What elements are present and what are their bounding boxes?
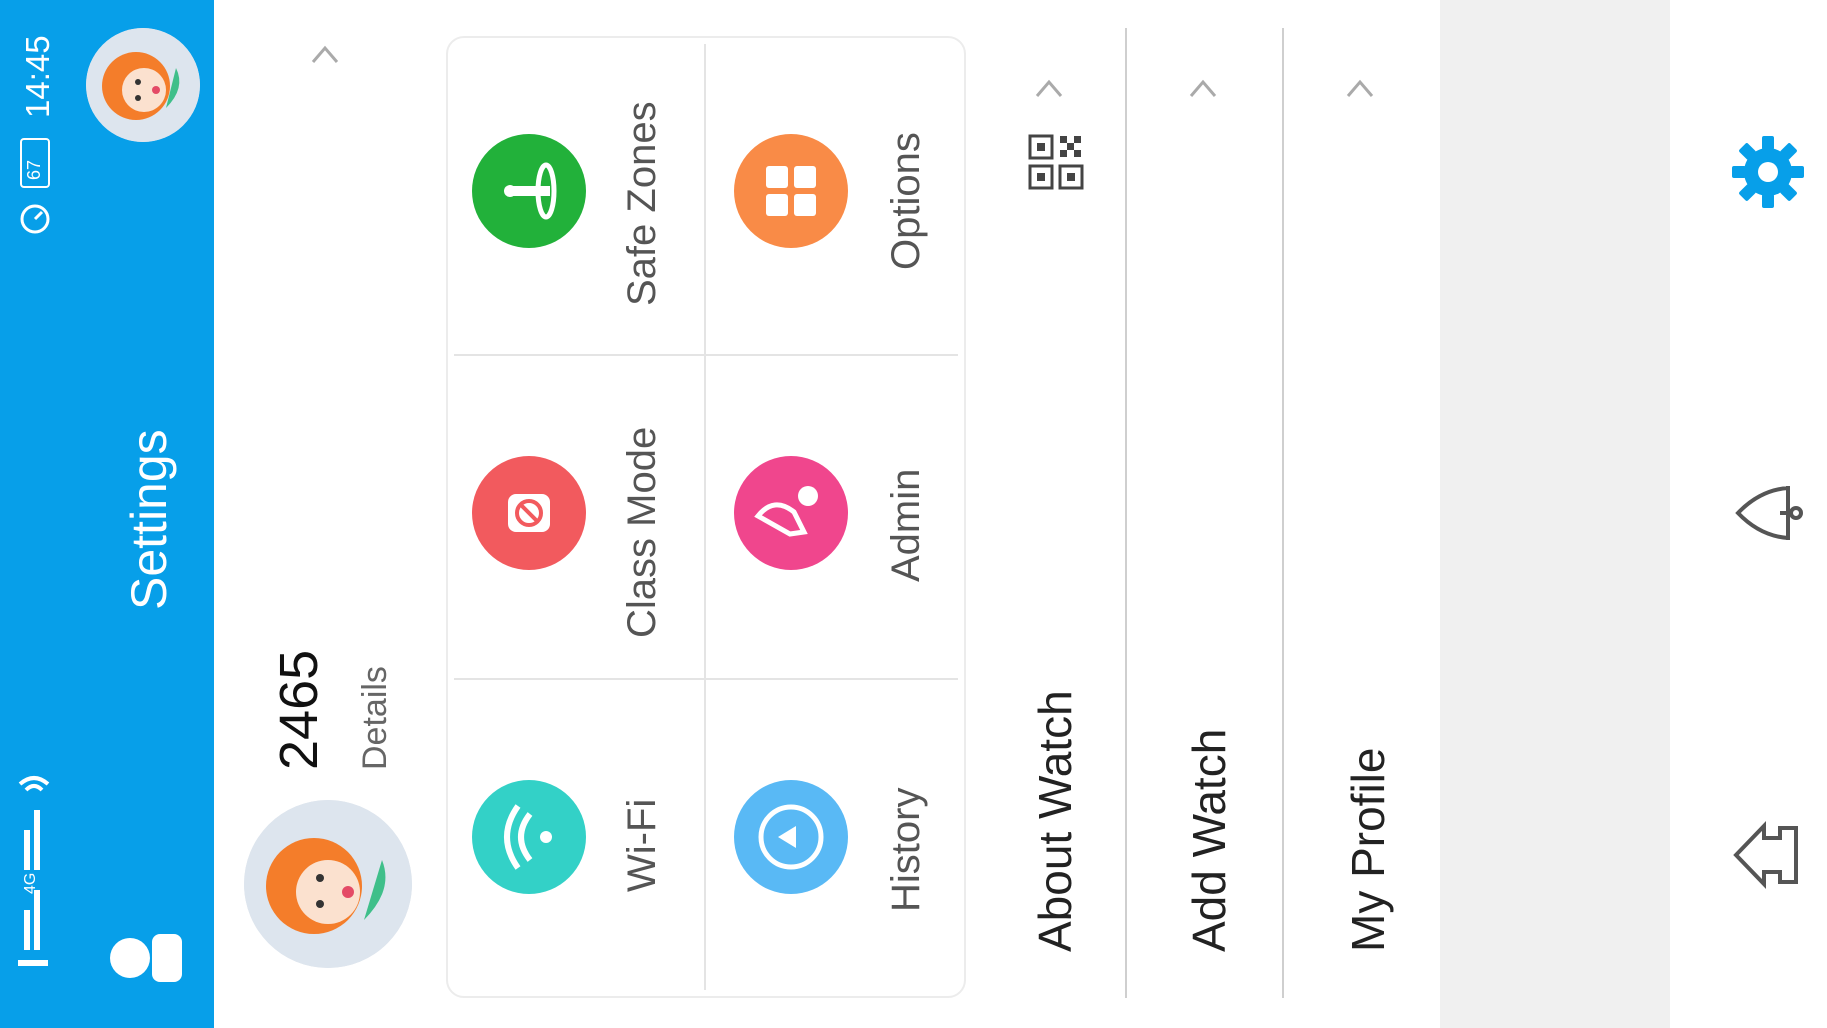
gear-icon[interactable] bbox=[1730, 134, 1806, 210]
chevron-up-icon[interactable] bbox=[310, 42, 340, 66]
menu-item-add-watch[interactable]: Add Watch bbox=[1128, 30, 1278, 1000]
signal-icon bbox=[18, 776, 50, 966]
wifi-icon bbox=[472, 780, 586, 894]
network-type: 4G bbox=[22, 872, 39, 894]
grid-icon bbox=[734, 134, 848, 248]
tile-label: Wi-Fi bbox=[620, 798, 664, 892]
row-divider bbox=[1282, 28, 1284, 998]
bell-icon[interactable] bbox=[1730, 478, 1806, 548]
tile-safe-zones[interactable]: Safe Zones bbox=[450, 40, 706, 350]
home-icon[interactable] bbox=[1730, 820, 1806, 890]
menu-item-label: Add Watch bbox=[1183, 728, 1235, 952]
watch-number: 2465 bbox=[269, 649, 329, 770]
menu-item-my-profile[interactable]: My Profile bbox=[1285, 30, 1435, 1000]
admin-icon bbox=[734, 456, 848, 570]
chevron-up-icon bbox=[1189, 79, 1217, 97]
history-icon bbox=[734, 780, 848, 894]
tile-label: Admin bbox=[884, 468, 928, 582]
safe-zone-icon bbox=[472, 134, 586, 248]
tile-admin[interactable]: Admin bbox=[708, 356, 964, 676]
details-link[interactable]: Details bbox=[356, 666, 395, 770]
child-avatar-icon bbox=[86, 28, 200, 142]
page-title: Settings bbox=[121, 429, 177, 610]
tile-options[interactable]: Options bbox=[708, 40, 964, 350]
tile-wifi[interactable]: Wi-Fi bbox=[450, 680, 706, 992]
qr-code-icon[interactable] bbox=[1028, 134, 1084, 190]
menu-item-label: My Profile bbox=[1342, 747, 1394, 952]
menu-item-about-watch[interactable]: About Watch bbox=[990, 30, 1120, 1000]
app-logo-icon bbox=[110, 934, 182, 982]
empty-area bbox=[1440, 0, 1670, 1028]
tile-label: Options bbox=[884, 132, 928, 270]
tile-label: Safe Zones bbox=[620, 101, 664, 306]
header-avatar[interactable] bbox=[86, 28, 200, 142]
menu-item-label: About Watch bbox=[1029, 690, 1081, 952]
class-mode-icon bbox=[472, 456, 586, 570]
battery-level: 67 bbox=[24, 159, 44, 180]
profile-avatar[interactable] bbox=[244, 800, 412, 968]
chevron-up-icon bbox=[1346, 79, 1374, 97]
child-avatar-icon bbox=[244, 800, 412, 968]
tile-label: History bbox=[884, 787, 928, 912]
tile-class-mode[interactable]: Class Mode bbox=[450, 356, 706, 676]
row-divider bbox=[1125, 28, 1127, 998]
chevron-up-icon bbox=[1035, 79, 1063, 97]
clock-icon bbox=[20, 204, 50, 234]
status-time: 14:45 bbox=[19, 35, 56, 118]
tile-label: Class Mode bbox=[620, 426, 664, 638]
tile-history[interactable]: History bbox=[708, 680, 964, 992]
